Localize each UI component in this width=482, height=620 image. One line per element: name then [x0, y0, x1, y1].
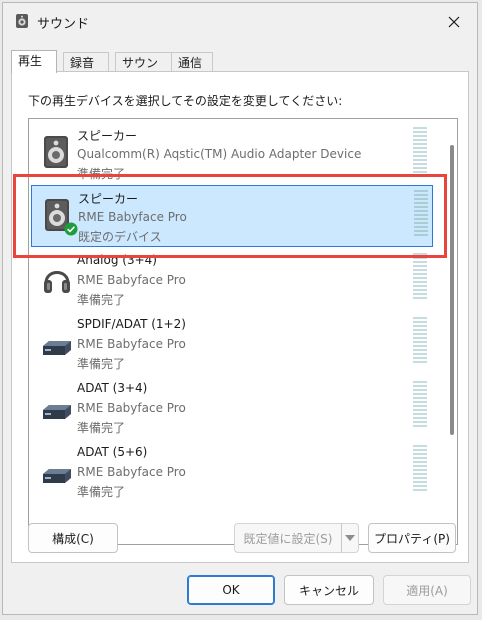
apply-button[interactable]: 適用(A)	[383, 575, 471, 605]
device-status: 既定のデバイス	[78, 230, 162, 244]
device-status: 準備完了	[77, 421, 126, 435]
device-description: RME Babyface Pro	[78, 210, 187, 224]
playback-device-list[interactable]: スピーカー Qualcomm(R) Aqstic(TM) Audio Adapt…	[28, 118, 458, 545]
sound-dialog: サウンド 再生 録音 サウンド 通信 下の再生デバイスを選択してその設定を変更し…	[2, 2, 478, 615]
close-button[interactable]	[437, 7, 471, 37]
device-name: スピーカー	[77, 129, 138, 143]
device-description: RME Babyface Pro	[77, 401, 186, 415]
scrollbar-thumb[interactable]	[450, 145, 454, 435]
device-item[interactable]: スピーカー Qualcomm(R) Aqstic(TM) Audio Adapt…	[31, 123, 433, 185]
device-name: ADAT (5+6)	[77, 445, 148, 459]
list-scrollbar[interactable]	[449, 123, 455, 539]
device-status: 準備完了	[77, 485, 126, 499]
close-icon	[448, 16, 460, 28]
title-bar: サウンド	[3, 3, 477, 41]
device-name: Analog (3+4)	[77, 253, 157, 267]
level-meter	[413, 445, 427, 491]
device-description: RME Babyface Pro	[77, 465, 186, 479]
window-title: サウンド	[37, 17, 90, 32]
cancel-button[interactable]: キャンセル	[284, 575, 374, 605]
level-meter	[413, 381, 427, 427]
speaker-icon	[44, 136, 68, 168]
speaker-title-icon	[16, 14, 28, 28]
level-meter	[413, 317, 427, 363]
headphones-icon	[44, 271, 70, 293]
device-name: スピーカー	[78, 192, 139, 206]
tab-playback[interactable]: 再生	[11, 50, 57, 73]
device-item-selected[interactable]: スピーカー RME Babyface Pro 既定のデバイス	[31, 185, 433, 247]
device-description: Qualcomm(R) Aqstic(TM) Audio Adapter Dev…	[77, 147, 362, 161]
digital-output-icon	[43, 341, 71, 355]
device-name: SPDIF/ADAT (1+2)	[77, 317, 186, 331]
device-name: ADAT (3+4)	[77, 381, 148, 395]
tab-recording[interactable]: 録音	[63, 52, 109, 72]
tab-communications[interactable]: 通信	[171, 52, 213, 72]
level-meter	[413, 127, 427, 173]
configure-button[interactable]: 構成(C)	[28, 523, 118, 553]
device-item[interactable]: ADAT (5+6) RME Babyface Pro 準備完了	[31, 441, 433, 503]
device-item[interactable]: SPDIF/ADAT (1+2) RME Babyface Pro 準備完了	[31, 313, 433, 375]
set-default-dropdown[interactable]	[341, 523, 359, 553]
check-icon	[64, 222, 78, 236]
tab-sounds[interactable]: サウンド	[115, 52, 173, 90]
device-description: RME Babyface Pro	[77, 337, 186, 351]
digital-output-icon	[43, 469, 71, 483]
device-status: 準備完了	[77, 293, 126, 307]
level-meter	[413, 253, 427, 299]
digital-output-icon	[43, 405, 71, 419]
ok-button[interactable]: OK	[187, 575, 275, 605]
playback-panel: 下の再生デバイスを選択してその設定を変更してください: スピーカー Qualco…	[11, 71, 469, 563]
device-status: 準備完了	[77, 167, 126, 181]
device-status: 準備完了	[77, 357, 126, 371]
set-default-button[interactable]: 既定値に設定(S)	[234, 523, 342, 553]
device-description: RME Babyface Pro	[77, 273, 186, 287]
device-item[interactable]: Analog (3+4) RME Babyface Pro 準備完了	[31, 249, 433, 311]
device-item[interactable]: ADAT (3+4) RME Babyface Pro 準備完了	[31, 377, 433, 439]
level-meter	[414, 190, 428, 236]
properties-button[interactable]: プロパティ(P)	[368, 523, 456, 553]
chevron-down-icon	[345, 535, 355, 541]
instruction-text: 下の再生デバイスを選択してその設定を変更してください:	[28, 94, 343, 108]
